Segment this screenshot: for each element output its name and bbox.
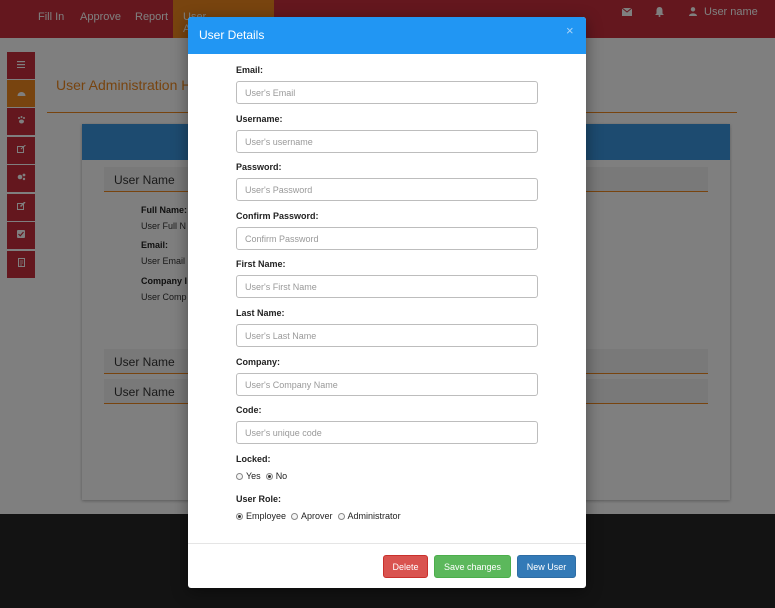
- modal-footer-divider: [188, 543, 586, 544]
- new-user-button[interactable]: New User: [517, 555, 576, 578]
- locked-no-label[interactable]: No: [276, 471, 288, 481]
- modal-title: User Details: [199, 28, 265, 42]
- role-employee-radio[interactable]: [236, 512, 243, 520]
- code-field-label: Code:: [236, 405, 262, 415]
- code-field[interactable]: [236, 421, 538, 444]
- user-role-label: User Role:: [236, 494, 282, 504]
- email-field-label: Email:: [236, 65, 264, 75]
- locked-yes-radio[interactable]: [236, 472, 243, 480]
- company-field[interactable]: [236, 373, 538, 396]
- confirm-password-field[interactable]: [236, 227, 538, 250]
- confirm-password-field-label: Confirm Password:: [236, 211, 319, 221]
- last-name-field[interactable]: [236, 324, 538, 347]
- user-role-radio-group: Employee Aprover Administrator: [236, 511, 406, 521]
- modal-header: User Details ×: [188, 17, 586, 54]
- company-field-label: Company:: [236, 357, 281, 367]
- username-field-label: Username:: [236, 114, 283, 124]
- locked-yes-label[interactable]: Yes: [246, 471, 261, 481]
- locked-label: Locked:: [236, 454, 271, 464]
- locked-no-radio[interactable]: [265, 472, 273, 480]
- role-administrator-radio[interactable]: [337, 512, 345, 520]
- username-field[interactable]: [236, 130, 538, 153]
- user-details-modal: User Details × Email: Username: Password…: [188, 17, 586, 588]
- email-field[interactable]: [236, 81, 538, 104]
- role-administrator-label[interactable]: Administrator: [348, 511, 401, 521]
- role-aprover-label[interactable]: Aprover: [301, 511, 333, 521]
- role-employee-label[interactable]: Employee: [246, 511, 286, 521]
- role-aprover-radio[interactable]: [291, 512, 299, 520]
- first-name-field-label: First Name:: [236, 259, 286, 269]
- close-icon[interactable]: ×: [566, 24, 574, 37]
- locked-radio-group: Yes No: [236, 471, 292, 481]
- last-name-field-label: Last Name:: [236, 308, 285, 318]
- first-name-field[interactable]: [236, 275, 538, 298]
- password-field-label: Password:: [236, 162, 282, 172]
- delete-button[interactable]: Delete: [383, 555, 428, 578]
- password-field[interactable]: [236, 178, 538, 201]
- save-changes-button[interactable]: Save changes: [434, 555, 511, 578]
